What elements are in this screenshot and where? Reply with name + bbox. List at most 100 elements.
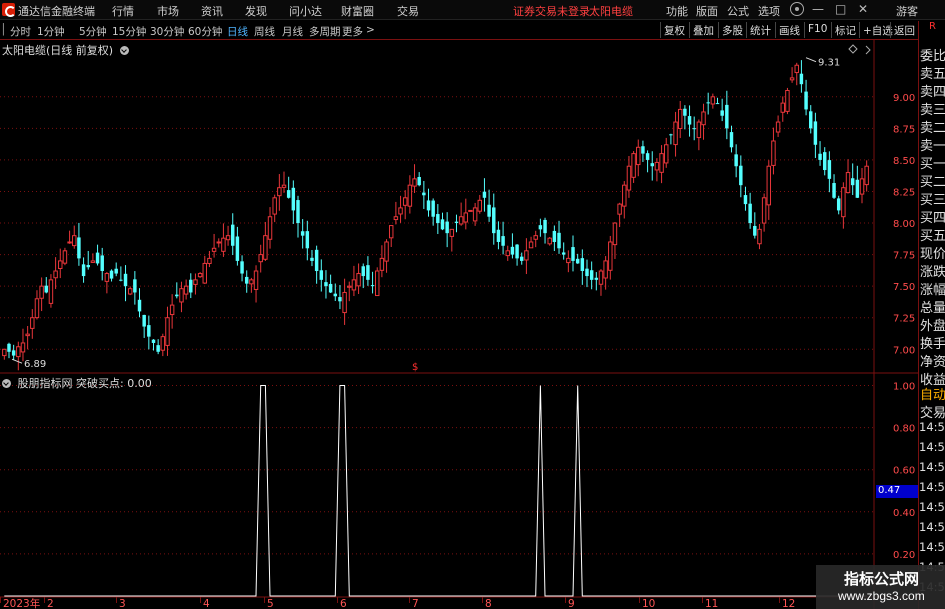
candle-body-up — [207, 257, 212, 264]
period-more[interactable]: 更多 — [342, 24, 363, 39]
candle-body-up — [104, 273, 110, 282]
side-label-1: 卖五 — [920, 67, 945, 82]
indicator-grid — [0, 385, 918, 598]
trade-label-1[interactable]: 交易 — [920, 402, 945, 421]
period-daily[interactable]: 日线 — [227, 24, 248, 39]
candle-body-up — [864, 165, 869, 186]
candle-body-up — [281, 184, 287, 188]
candle-body-down — [818, 153, 822, 160]
menu-item-caifuquan[interactable]: 财富圈 — [341, 3, 374, 19]
candle-body-down — [240, 261, 244, 274]
candle-body-down — [743, 195, 748, 205]
candle-body-up — [169, 304, 175, 316]
tool-diejia[interactable]: 叠加 — [689, 22, 717, 38]
high-pointer — [805, 57, 817, 63]
candle-body-up — [528, 241, 534, 249]
candle-body-down — [669, 134, 673, 136]
candle-body-up — [53, 270, 58, 279]
period-multi[interactable]: 多周期 — [309, 24, 341, 39]
watermark-title: 指标公式网 — [844, 570, 920, 588]
tool-huaxian[interactable]: 画线 — [775, 22, 803, 38]
side-label-3: 卖三 — [920, 103, 945, 118]
tool-fuquan[interactable]: 复权 — [660, 22, 688, 38]
tool-biaoji[interactable]: 标记 — [831, 22, 859, 38]
candle-body-down — [813, 121, 818, 145]
candle-body-down — [436, 214, 440, 224]
menu-item-banmian[interactable]: 版面 — [696, 3, 718, 19]
candle-body-up — [267, 216, 273, 240]
side-panel-toggle[interactable]: R — [929, 21, 936, 32]
candle-body-up — [458, 216, 464, 225]
candle-body-up — [127, 288, 133, 295]
tool-duogu[interactable]: 多股 — [718, 22, 746, 38]
period-5min[interactable]: 5分钟 — [79, 24, 107, 39]
side-label-16: 换手 — [920, 337, 945, 352]
price-tick-label: 7.75 — [893, 251, 915, 262]
chevron-right-icon[interactable]: > — [366, 24, 375, 36]
candle-body-down — [482, 191, 487, 198]
period-1min[interactable]: 1分钟 — [37, 24, 65, 39]
candle-body-up — [477, 199, 483, 212]
period-60min[interactable]: 60分钟 — [188, 24, 222, 39]
signal-line-path — [4, 385, 867, 597]
candle-body-down — [729, 132, 734, 148]
chart-area[interactable]: 7.00 7.25 7.50 7.75 8.00 8.25 8.50 8.75 9.00 0.2… — [0, 40, 918, 609]
candle-body-down — [804, 91, 808, 110]
period-30min[interactable]: 30分钟 — [150, 24, 184, 39]
candle-body-down — [100, 255, 104, 272]
candle-body-down — [328, 283, 333, 293]
candle-body-up — [673, 121, 678, 146]
candle-body-down — [338, 297, 342, 302]
candle-body-up — [631, 153, 636, 178]
candle-body-down — [571, 247, 575, 261]
indicator-menu-icon[interactable] — [2, 379, 11, 388]
tool-f10[interactable]: F10 — [804, 22, 830, 38]
period-weekly[interactable]: 周线 — [254, 24, 275, 39]
guest-label[interactable]: 游客 — [896, 3, 918, 19]
candle-body-up — [379, 257, 385, 271]
indicator-current-value: 0.47 — [876, 485, 918, 498]
candle-body-down — [431, 200, 435, 217]
menu-item-hangqing[interactable]: 行情 — [112, 3, 134, 19]
candle-body-up — [342, 291, 347, 314]
maximize-icon[interactable]: □ — [835, 2, 846, 16]
candle-body-up — [20, 342, 26, 353]
candle-body-up — [197, 273, 203, 278]
period-monthly[interactable]: 月线 — [282, 24, 303, 39]
menu-item-gongshi[interactable]: 公式 — [727, 3, 749, 19]
menu-item-zixun[interactable]: 资讯 — [201, 3, 223, 19]
settings-gear-icon[interactable] — [790, 2, 804, 16]
side-label-7: 买二 — [920, 175, 945, 190]
time-tick-label: 4 — [203, 598, 210, 609]
trade-login-notice[interactable]: 证券交易未登录 — [513, 3, 590, 19]
candle-body-down — [520, 256, 524, 261]
candle-body-up — [598, 270, 604, 285]
side-label-14: 总量 — [920, 301, 945, 316]
minimize-icon[interactable]: — — [812, 2, 824, 16]
chart-menu-icon[interactable] — [119, 46, 129, 55]
menu-item-faxian[interactable]: 发现 — [245, 3, 267, 19]
period-fenshi[interactable]: 分时 — [10, 24, 31, 39]
period-15min[interactable]: 15分钟 — [112, 24, 146, 39]
candle-body-up — [859, 178, 865, 195]
tool-fanhui[interactable]: 返回 — [890, 22, 918, 38]
candle-body-up — [347, 285, 352, 288]
candle-body-down — [836, 198, 841, 211]
menu-item-jiaoyi[interactable]: 交易 — [397, 3, 419, 19]
close-icon[interactable]: ✕ — [858, 2, 868, 16]
menu-item-shichang[interactable]: 市场 — [157, 3, 179, 19]
candle-body-down — [753, 225, 757, 236]
candle-body-down — [123, 273, 128, 287]
time-tick-label: 10 — [642, 598, 655, 609]
menu-item-gongneng[interactable]: 功能 — [666, 3, 688, 19]
indicator-tick-label: 0.60 — [893, 466, 915, 477]
signal-line — [4, 385, 867, 597]
trade-label-0[interactable]: 自动 — [920, 384, 945, 403]
candle-body-down — [319, 270, 324, 280]
price-tick-label: 8.75 — [893, 124, 915, 135]
menu-item-wenxiaoda[interactable]: 问小达 — [289, 3, 322, 19]
candle-body-down — [119, 279, 123, 281]
candle-body-down — [543, 219, 547, 234]
menu-item-xuanxiang[interactable]: 选项 — [758, 3, 780, 19]
tool-tongji[interactable]: 统计 — [746, 22, 774, 38]
